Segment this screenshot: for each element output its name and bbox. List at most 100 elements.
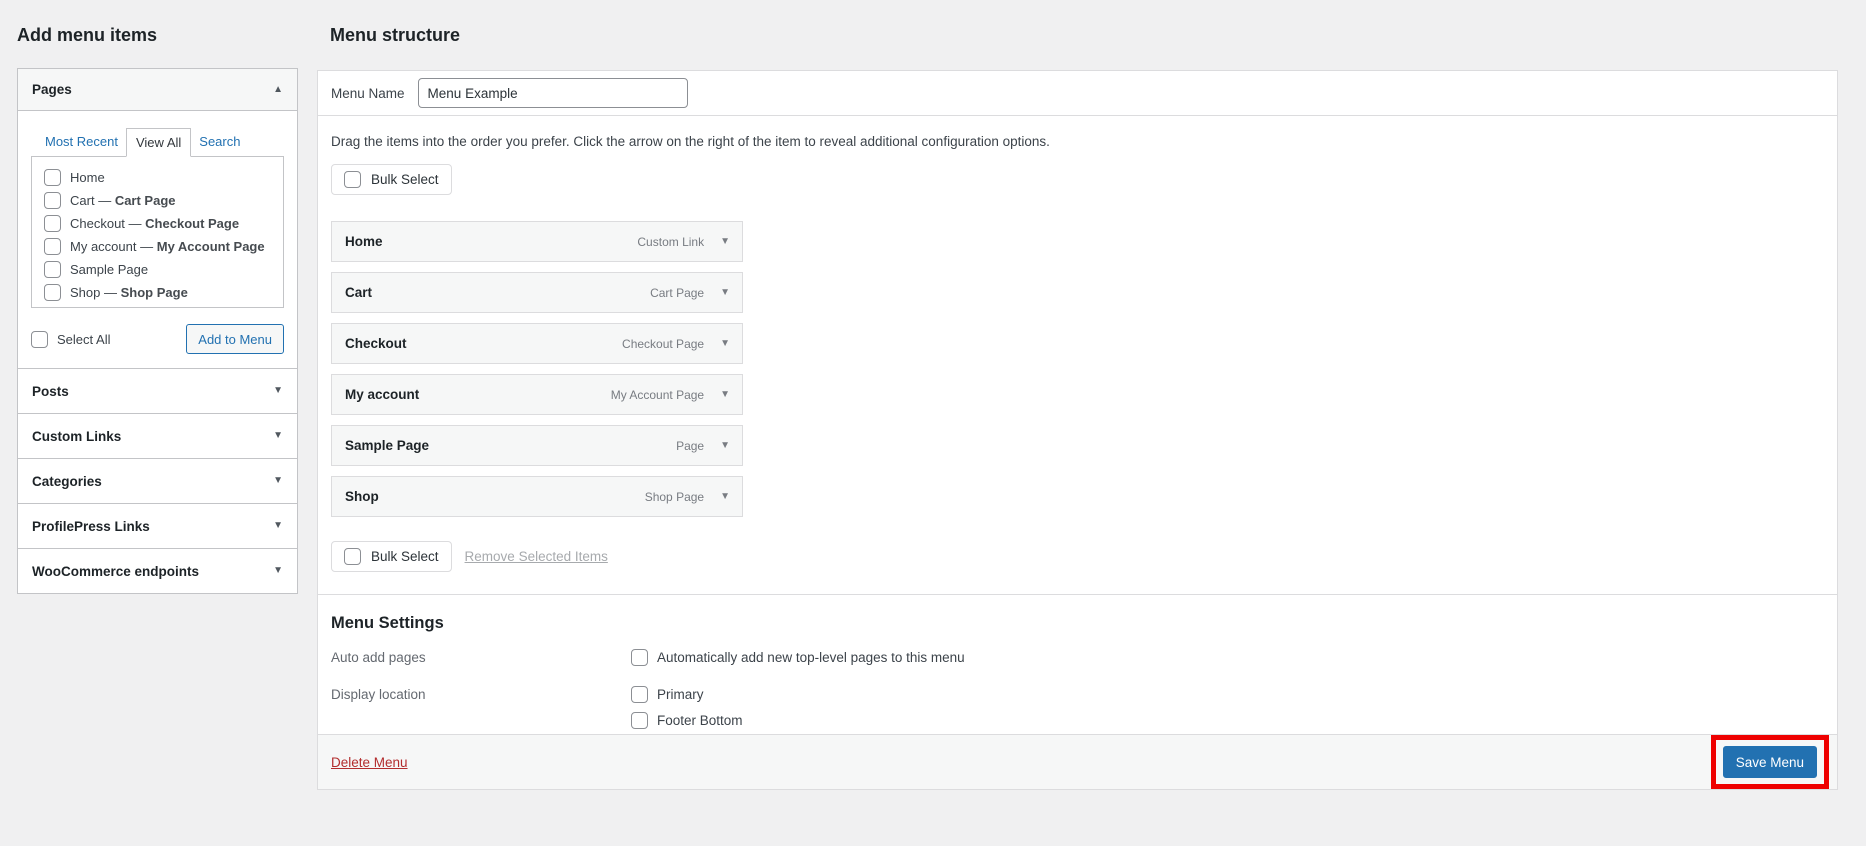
chevron-down-icon[interactable]: ▼ [720,440,730,451]
chevron-down-icon: ▼ [273,521,283,531]
accordion-section-categories[interactable]: Categories ▼ [18,458,297,503]
pages-checklist: Home Cart — Cart Page Checkout — Checkou… [31,156,284,308]
section-label: Posts [32,384,69,399]
save-menu-button[interactable]: Save Menu [1723,746,1817,778]
pages-section-body: Most Recent View All Search Home Cart — … [18,111,297,368]
page-state: Cart Page [115,193,176,208]
menu-item-title: Cart [345,285,372,300]
page-state: Checkout Page [145,216,239,231]
separator: — [98,193,111,208]
menu-item-home[interactable]: Home Custom Link ▼ [331,221,743,262]
display-location-row: Display location Primary Footer Bottom [331,686,1824,738]
chevron-up-icon: ▲ [273,85,283,95]
page-checkbox[interactable] [44,215,61,232]
menu-item-type: Shop Page [645,490,704,504]
delete-menu-link[interactable]: Delete Menu [331,755,408,770]
tab-search[interactable]: Search [191,128,248,156]
menu-item-title: My account [345,387,419,402]
select-all-label: Select All [57,332,110,347]
page-label: My account [70,239,136,254]
location-primary-label: Primary [657,687,704,702]
page-checkbox[interactable] [44,238,61,255]
page-checkbox[interactable] [44,192,61,209]
chevron-down-icon[interactable]: ▼ [720,389,730,400]
bulk-select-checkbox[interactable] [344,548,361,565]
bulk-select-toggle-top[interactable]: Bulk Select [331,164,452,195]
menu-items-list: Home Custom Link ▼ Cart Cart Page ▼ Chec… [331,221,743,517]
remove-selected-items-link[interactable]: Remove Selected Items [465,549,608,564]
accordion-section-pages[interactable]: Pages ▲ [18,69,297,111]
chevron-down-icon: ▼ [273,386,283,396]
auto-add-pages-option-label: Automatically add new top-level pages to… [657,650,965,665]
auto-add-pages-checkbox[interactable] [631,649,648,666]
bulk-select-label: Bulk Select [371,549,439,564]
menu-item-sample-page[interactable]: Sample Page Page ▼ [331,425,743,466]
section-label: ProfilePress Links [32,519,150,534]
chevron-down-icon[interactable]: ▼ [720,287,730,298]
menu-footer-bar: Delete Menu Save Menu [318,734,1837,789]
menu-item-checkout[interactable]: Checkout Checkout Page ▼ [331,323,743,364]
add-menu-items-heading: Add menu items [17,25,157,46]
menu-item-type: Custom Link [637,235,704,249]
page-checkbox[interactable] [44,284,61,301]
menu-structure-card: Menu Name Drag the items into the order … [317,70,1838,790]
menu-item-title: Checkout [345,336,407,351]
menu-item-type: Cart Page [650,286,704,300]
page-checkbox-row: My account — My Account Page [44,235,277,258]
chevron-down-icon: ▼ [273,566,283,576]
separator: — [129,216,142,231]
location-footer-bottom-checkbox[interactable] [631,712,648,729]
section-label: Custom Links [32,429,121,444]
select-all-row: Select All Add to Menu [31,324,284,354]
menu-structure-heading: Menu structure [330,25,460,46]
page-state: Shop Page [121,285,188,300]
page-label: Shop [70,285,100,300]
page-checkbox-row: Sample Page [44,258,277,281]
chevron-down-icon: ▼ [273,476,283,486]
menu-name-label: Menu Name [331,86,405,101]
menu-item-shop[interactable]: Shop Shop Page ▼ [331,476,743,517]
accordion-section-woocommerce-endpoints[interactable]: WooCommerce endpoints ▼ [18,548,297,593]
menu-item-title: Home [345,234,383,249]
add-to-menu-button[interactable]: Add to Menu [186,324,284,354]
chevron-down-icon[interactable]: ▼ [720,491,730,502]
location-primary-checkbox[interactable] [631,686,648,703]
menu-name-bar: Menu Name [318,71,1837,116]
page-checkbox-row: Shop — Shop Page [44,281,277,304]
chevron-down-icon[interactable]: ▼ [720,236,730,247]
location-footer-bottom-label: Footer Bottom [657,713,743,728]
auto-add-pages-label: Auto add pages [331,649,631,675]
tab-most-recent[interactable]: Most Recent [37,128,126,156]
pages-tabs: Most Recent View All Search [31,127,284,156]
menu-item-title: Sample Page [345,438,429,453]
pages-section-label: Pages [32,82,72,97]
chevron-down-icon[interactable]: ▼ [720,338,730,349]
drag-instruction-text: Drag the items into the order you prefer… [331,134,1824,149]
select-all-checkbox[interactable] [31,331,48,348]
menu-item-title: Shop [345,489,379,504]
accordion-section-custom-links[interactable]: Custom Links ▼ [18,413,297,458]
page-checkbox-row: Home [44,166,277,189]
accordion-section-posts[interactable]: Posts ▼ [18,368,297,413]
menu-item-my-account[interactable]: My account My Account Page ▼ [331,374,743,415]
separator: — [104,285,117,300]
bulk-select-toggle-bottom[interactable]: Bulk Select [331,541,452,572]
bulk-select-checkbox[interactable] [344,171,361,188]
add-menu-items-panel: Pages ▲ Most Recent View All Search Home… [17,68,298,594]
accordion-section-profilepress-links[interactable]: ProfilePress Links ▼ [18,503,297,548]
section-label: WooCommerce endpoints [32,564,199,579]
menu-item-cart[interactable]: Cart Cart Page ▼ [331,272,743,313]
page-checkbox[interactable] [44,261,61,278]
menu-item-type: Page [676,439,704,453]
chevron-down-icon: ▼ [273,431,283,441]
settings-divider [318,594,1837,595]
menu-name-input[interactable] [418,78,688,108]
menu-item-type: My Account Page [611,388,704,402]
page-checkbox[interactable] [44,169,61,186]
page-label: Sample Page [70,262,148,277]
auto-add-pages-row: Auto add pages Automatically add new top… [331,649,1824,675]
menu-settings-heading: Menu Settings [331,614,1824,633]
page-label: Home [70,170,105,185]
tab-view-all[interactable]: View All [126,128,191,157]
menu-item-type: Checkout Page [622,337,704,351]
